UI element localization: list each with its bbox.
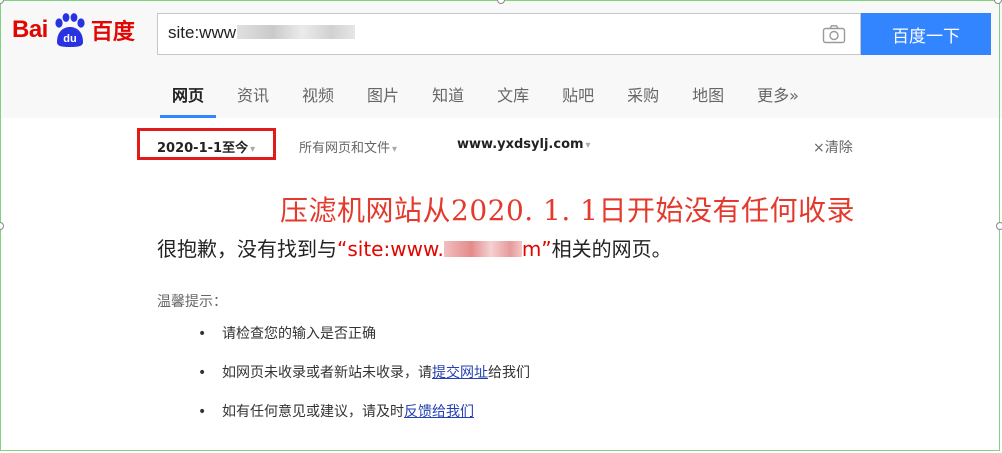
selection-frame <box>0 0 1000 451</box>
resize-handle-right[interactable] <box>996 222 1002 230</box>
